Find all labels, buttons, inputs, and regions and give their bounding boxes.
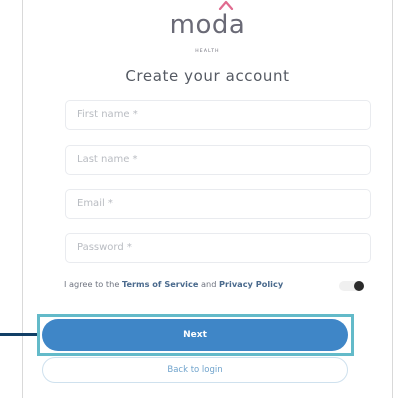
toggle-knob (354, 281, 364, 291)
privacy-policy-link[interactable]: Privacy Policy (219, 279, 283, 289)
terms-and: and (198, 279, 219, 289)
moda-logo-wordmark: moda HEALTH (169, 0, 246, 54)
next-button[interactable]: Next (42, 319, 348, 351)
terms-toggle[interactable] (339, 281, 364, 291)
email-input[interactable]: Email * (65, 189, 371, 219)
last-name-placeholder: Last name * (77, 154, 138, 165)
brand-subtitle: HEALTH (195, 49, 220, 54)
first-name-placeholder: First name * (77, 109, 138, 120)
terms-agreement: I agree to the Terms of Service and Priv… (64, 279, 283, 289)
terms-prefix: I agree to the (64, 279, 122, 289)
last-name-input[interactable]: Last name * (65, 145, 371, 175)
first-name-input[interactable]: First name * (65, 100, 371, 130)
logo: moda HEALTH (23, 0, 392, 54)
brand-name: moda (169, 10, 246, 40)
password-input[interactable]: Password * (65, 233, 371, 263)
logo-roof-icon (218, 0, 233, 10)
page-title: Create your account (125, 67, 290, 85)
email-placeholder: Email * (77, 198, 113, 209)
password-placeholder: Password * (77, 242, 132, 253)
terms-of-service-link[interactable]: Terms of Service (122, 279, 198, 289)
back-to-login-button[interactable]: Back to login (42, 357, 348, 383)
callout-line (0, 333, 37, 336)
